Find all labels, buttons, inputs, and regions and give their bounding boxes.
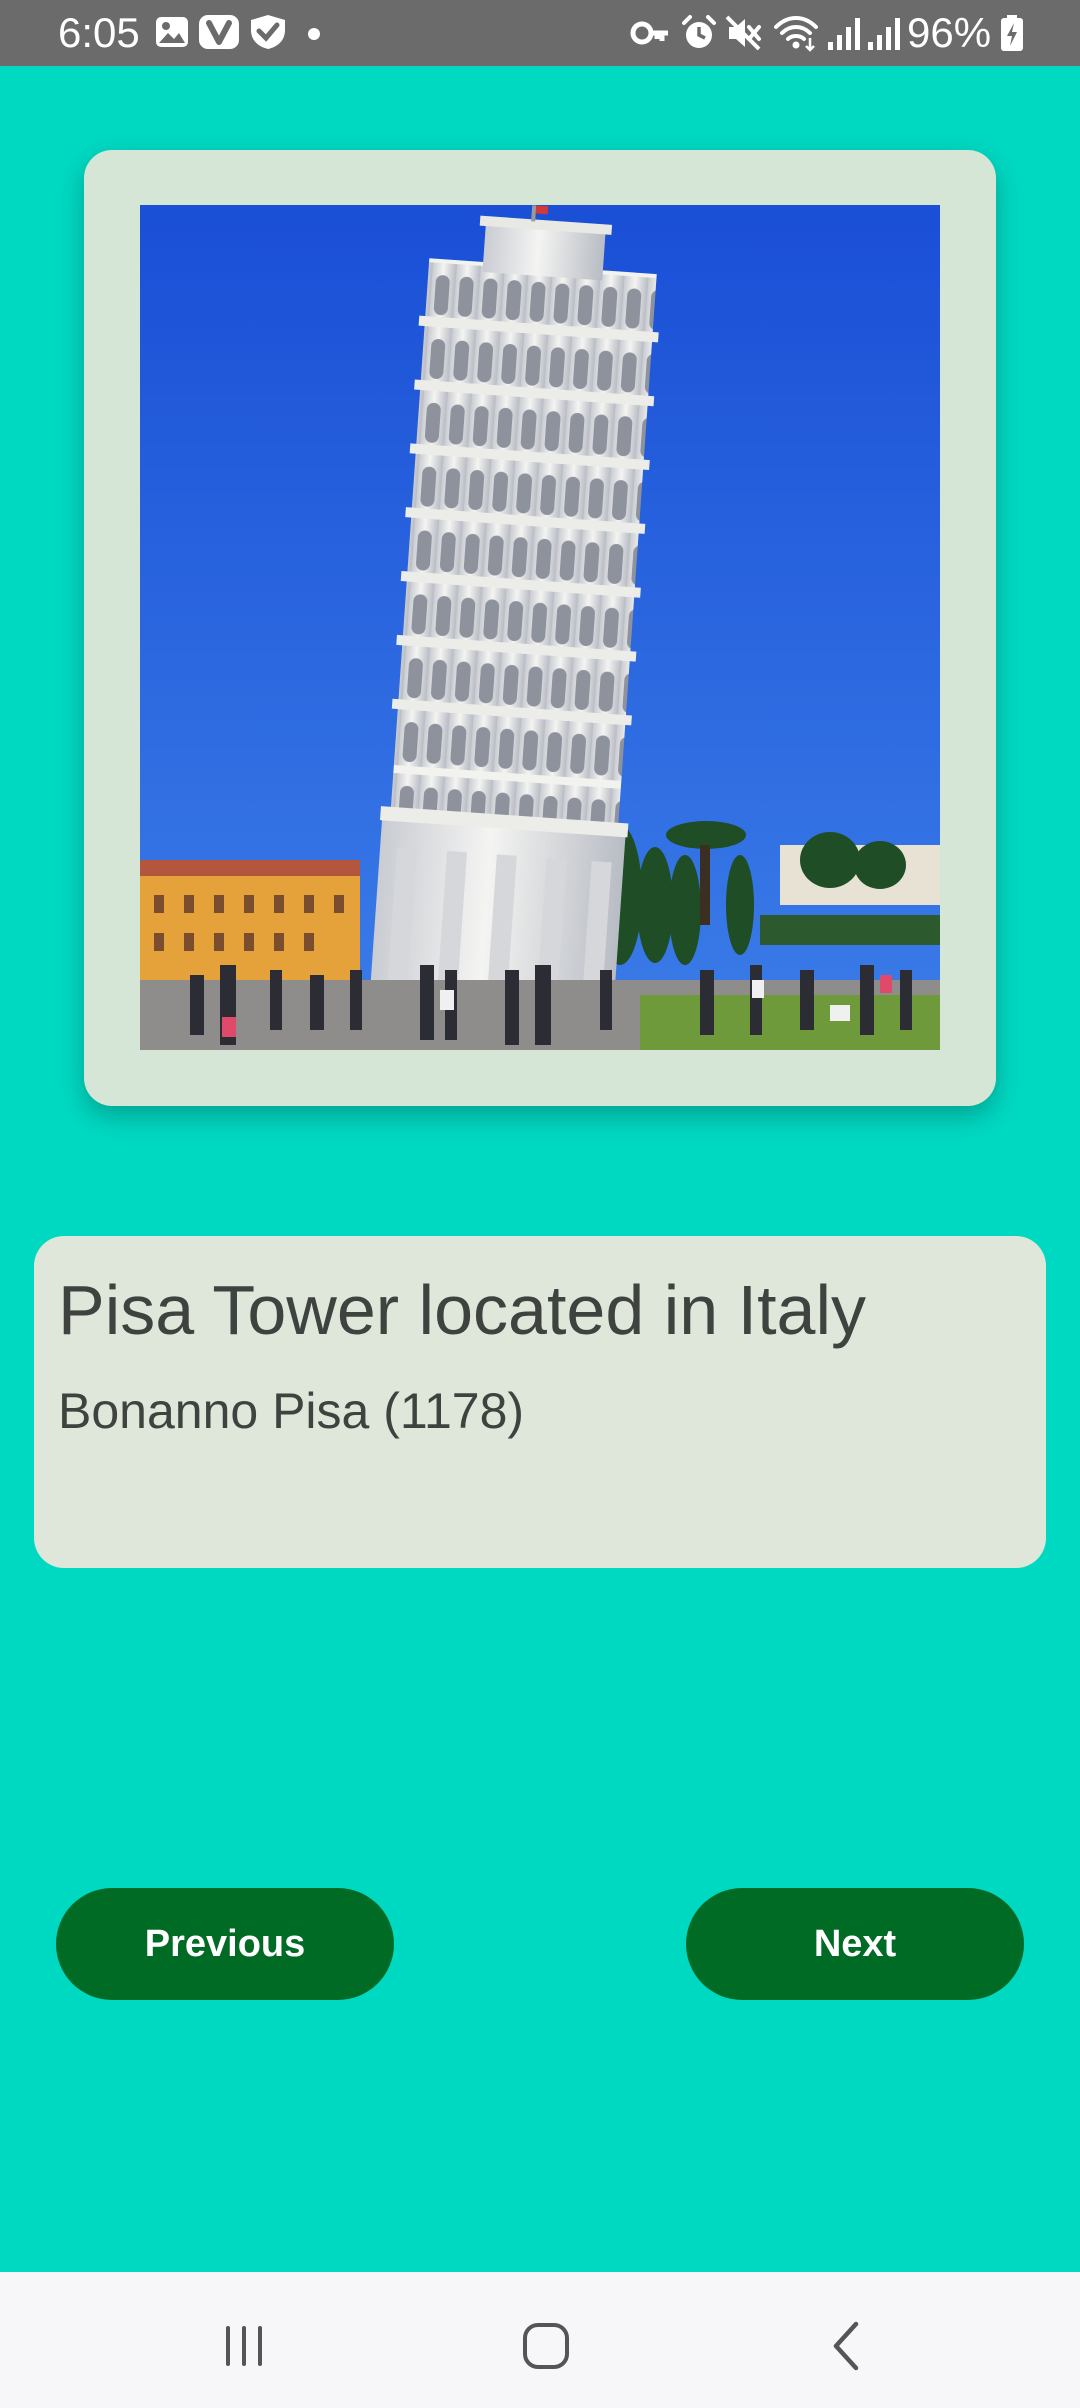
system-nav-bar — [0, 2272, 1080, 2408]
signal-icon — [868, 18, 900, 50]
signal-icon — [828, 18, 860, 50]
alarm-icon — [682, 15, 716, 48]
next-button[interactable]: Next — [686, 1888, 1024, 2000]
leaning-tower-photo — [140, 205, 940, 1050]
recent-apps-icon[interactable] — [214, 2316, 274, 2376]
leaning-tower-illustration — [140, 205, 940, 1050]
back-icon[interactable] — [818, 2316, 878, 2376]
notification-dot — [308, 28, 320, 40]
landmark-info-card: Pisa Tower located in Italy Bonanno Pisa… — [34, 1236, 1046, 1568]
home-icon[interactable] — [516, 2316, 576, 2376]
landmark-title: Pisa Tower located in Italy — [58, 1271, 867, 1349]
gallery-icon — [156, 17, 188, 47]
landmark-image-card — [84, 150, 996, 1106]
status-bar: 6:05 96% — [0, 0, 1080, 66]
vivaldi-icon — [199, 15, 239, 49]
mute-icon — [725, 15, 761, 51]
previous-button[interactable]: Previous — [56, 1888, 394, 2000]
battery-charging-icon — [1001, 15, 1023, 51]
vpn-shield-icon — [251, 15, 285, 49]
status-time: 6:05 — [58, 9, 140, 56]
battery-percent: 96% — [907, 9, 992, 56]
wifi-icon — [774, 16, 818, 52]
key-icon — [630, 21, 668, 45]
landmark-architect: Bonanno Pisa (1178) — [58, 1383, 525, 1439]
